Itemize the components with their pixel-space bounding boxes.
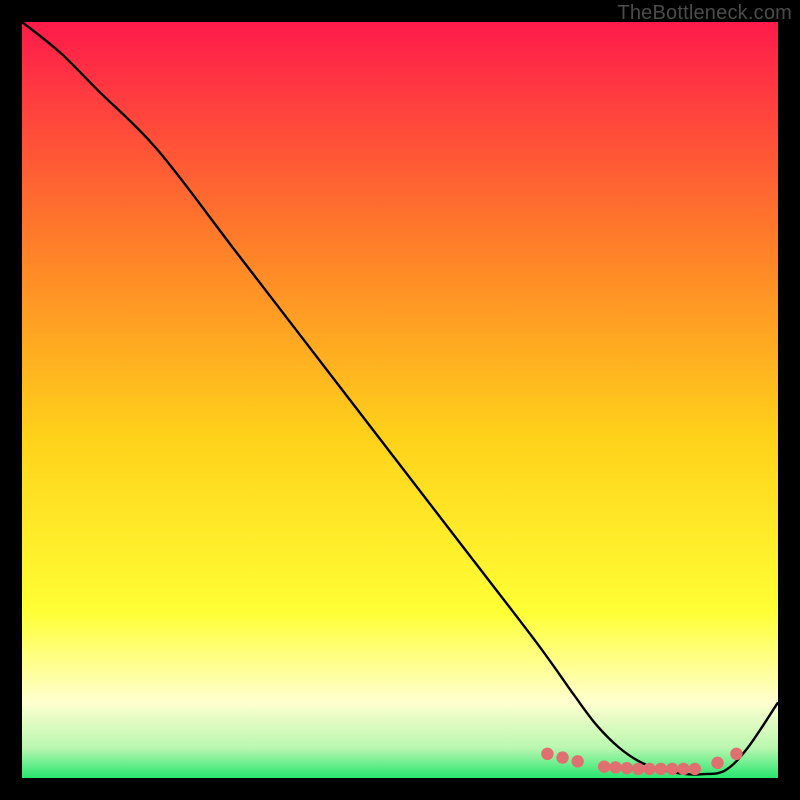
attribution-label: TheBottleneck.com xyxy=(617,2,792,25)
chart-frame: TheBottleneck.com xyxy=(0,0,800,800)
chart-background-gradient xyxy=(22,22,778,778)
chart-plot-area xyxy=(22,22,778,778)
